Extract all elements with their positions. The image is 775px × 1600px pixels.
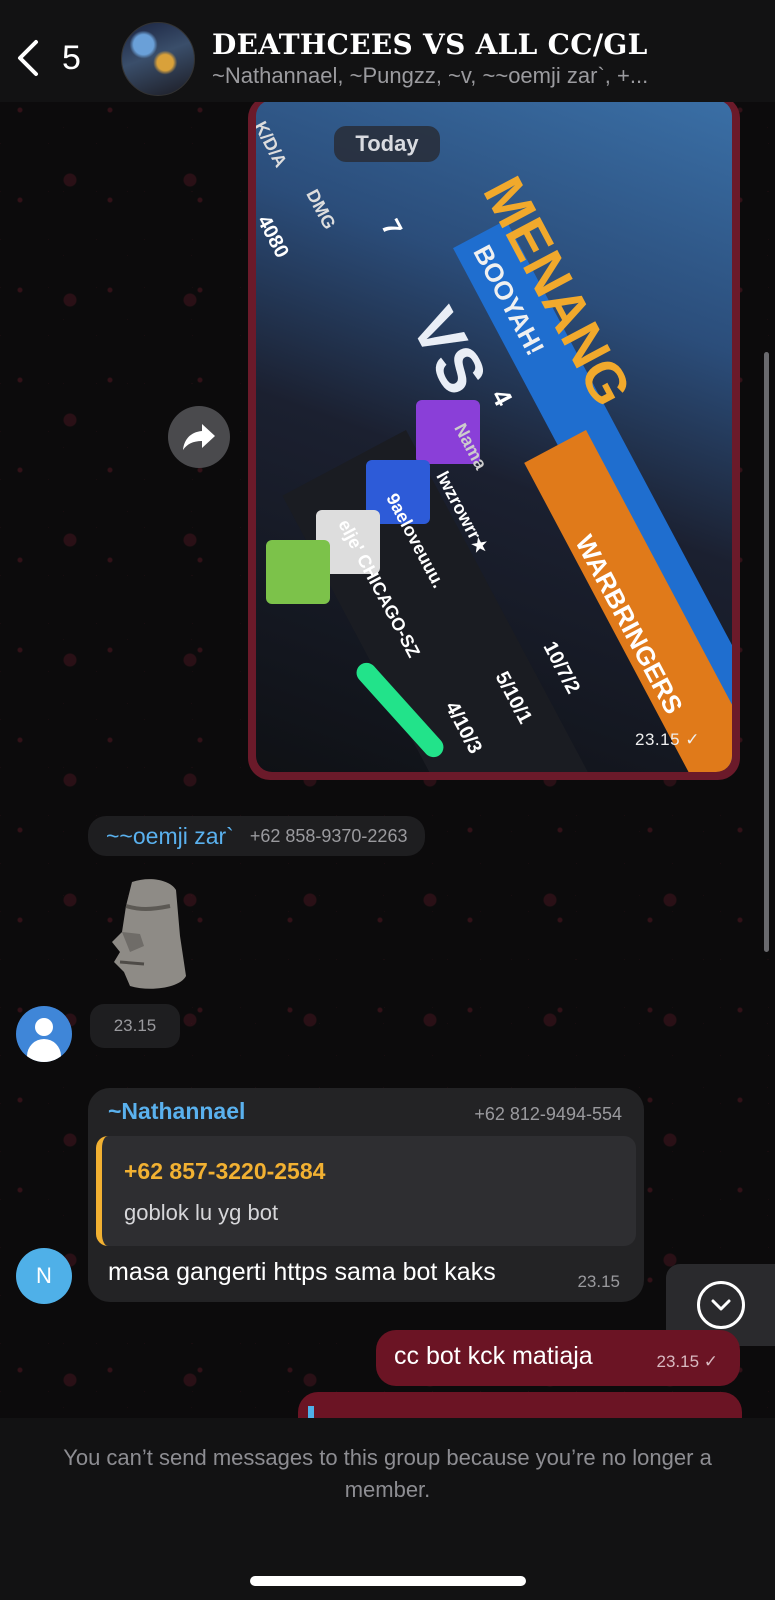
moai-sticker[interactable] [110, 876, 190, 992]
kda-label: K/D/A [256, 118, 292, 171]
player-kda: 10/7/2 [538, 638, 585, 698]
home-indicator[interactable] [250, 1576, 526, 1586]
quoted-sender: +62 857-3220-2584 [124, 1158, 326, 1184]
sender-name[interactable]: ~~oemji zar` [106, 823, 234, 850]
sender-name[interactable]: ~Nathannael [108, 1098, 245, 1125]
date-separator: Today [334, 126, 440, 162]
quoted-text: goblok lu yg bot [124, 1200, 279, 1225]
image-message[interactable]: MENANG BOOYAH! VS WARBRINGERS Nama K/D/A… [248, 96, 740, 780]
chat-header: 5 DEATHCEES VS ALL CC/GL ~Nathannael, ~P… [0, 0, 775, 102]
footer: You can’t send messages to this group be… [0, 1418, 775, 1600]
scrollbar[interactable] [764, 352, 769, 952]
score-left: 7 [375, 214, 409, 241]
message-time: 23.15 ✓ [656, 1352, 718, 1371]
message-time: 23.15 ✓ [634, 730, 700, 749]
group-avatar[interactable] [121, 22, 195, 96]
quoted-message[interactable]: +62 857-3220-2584 goblok lu yg bot [96, 1136, 636, 1246]
outgoing-message[interactable]: cc bot kck matiaja 23.15 ✓ [376, 1330, 740, 1386]
sender-phone: +62 812-9494-554 [474, 1104, 622, 1124]
user-avatar[interactable]: N [16, 1248, 72, 1304]
user-avatar[interactable] [16, 1006, 72, 1062]
not-member-notice: You can’t send messages to this group be… [63, 1445, 712, 1502]
message-time: 23.15 [577, 1272, 620, 1291]
dmg-label: DMG [302, 186, 340, 233]
reply-message[interactable]: ~Nathannael +62 812-9494-554 +62 857-322… [88, 1088, 644, 1302]
sender-phone: +62 858-9370-2263 [249, 825, 408, 846]
chevron-left-icon [18, 40, 38, 76]
unread-count: 5 [62, 38, 81, 77]
group-title[interactable]: DEATHCEES VS ALL CC/GL [212, 28, 648, 61]
forward-arrow-icon [183, 424, 215, 450]
message-text: masa gangerti https sama bot kaks [108, 1258, 496, 1286]
back-button[interactable]: 5 [14, 36, 84, 80]
message-time: 23.15 [90, 1004, 180, 1048]
chevron-down-icon [711, 1299, 731, 1311]
sender-tag[interactable]: ~~oemji zar` +62 858-9370-2263 [88, 816, 426, 856]
score-right: 4 [485, 384, 519, 411]
message-text: cc bot kck matiaja [394, 1342, 593, 1370]
forward-button[interactable] [168, 406, 230, 468]
group-members[interactable]: ~Nathannael, ~Pungzz, ~v, ~~oemji zar`, … [212, 63, 712, 89]
person-icon [35, 1018, 53, 1036]
dmg-value: 4080 [256, 212, 293, 262]
game-screenshot-image: MENANG BOOYAH! VS WARBRINGERS Nama K/D/A… [256, 100, 732, 772]
